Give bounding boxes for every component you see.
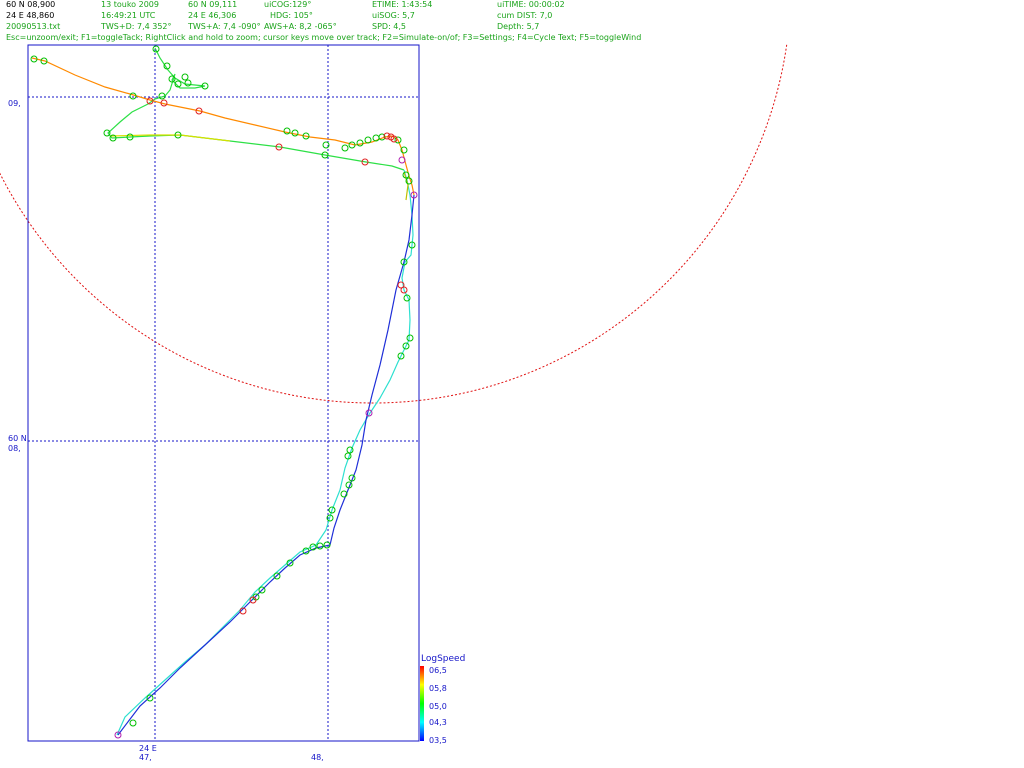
waypoint[interactable]: [184, 79, 192, 87]
legend-title: LogSpeed: [421, 654, 466, 664]
legend-tick: 04,3: [429, 718, 447, 727]
legend-color-bar: [420, 666, 424, 741]
waypoint-markers: [30, 45, 416, 727]
waypoint[interactable]: [103, 129, 111, 137]
waypoint[interactable]: [283, 127, 291, 135]
legend-tick: 06,5: [429, 666, 447, 675]
waypoint[interactable]: [406, 334, 414, 342]
legend-tick: 03,5: [429, 736, 447, 745]
waypoint-markers-slow: [114, 156, 418, 739]
lat-label-08: 08,: [8, 444, 21, 453]
legend-tick: 05,0: [429, 702, 447, 711]
waypoint[interactable]: [146, 694, 154, 702]
track-segment-blue: [117, 194, 415, 736]
track-segment-south: [116, 169, 414, 736]
legend-tick: 05,8: [429, 684, 447, 693]
lon-label-47: 47,: [139, 753, 152, 762]
waypoint[interactable]: [316, 542, 324, 550]
plot-frame: [27, 44, 420, 742]
waypoint[interactable]: [341, 144, 349, 152]
track-segment-loop: [107, 47, 405, 171]
track-plot[interactable]: [0, 0, 1024, 768]
waypoint[interactable]: [181, 73, 189, 81]
lon-label-48: 48,: [311, 753, 324, 762]
track-segment-north: [31, 57, 415, 196]
lat-label-09: 09,: [8, 99, 21, 108]
waypoint-markers-fast: [146, 97, 408, 615]
lon-label-prefix: 24 E: [139, 744, 157, 753]
waypoint[interactable]: [356, 139, 364, 147]
lat-label-prefix: 60 N: [8, 434, 27, 443]
track-lines: [31, 47, 415, 736]
range-circle: [0, 44, 788, 404]
waypoint[interactable]: [129, 719, 137, 727]
